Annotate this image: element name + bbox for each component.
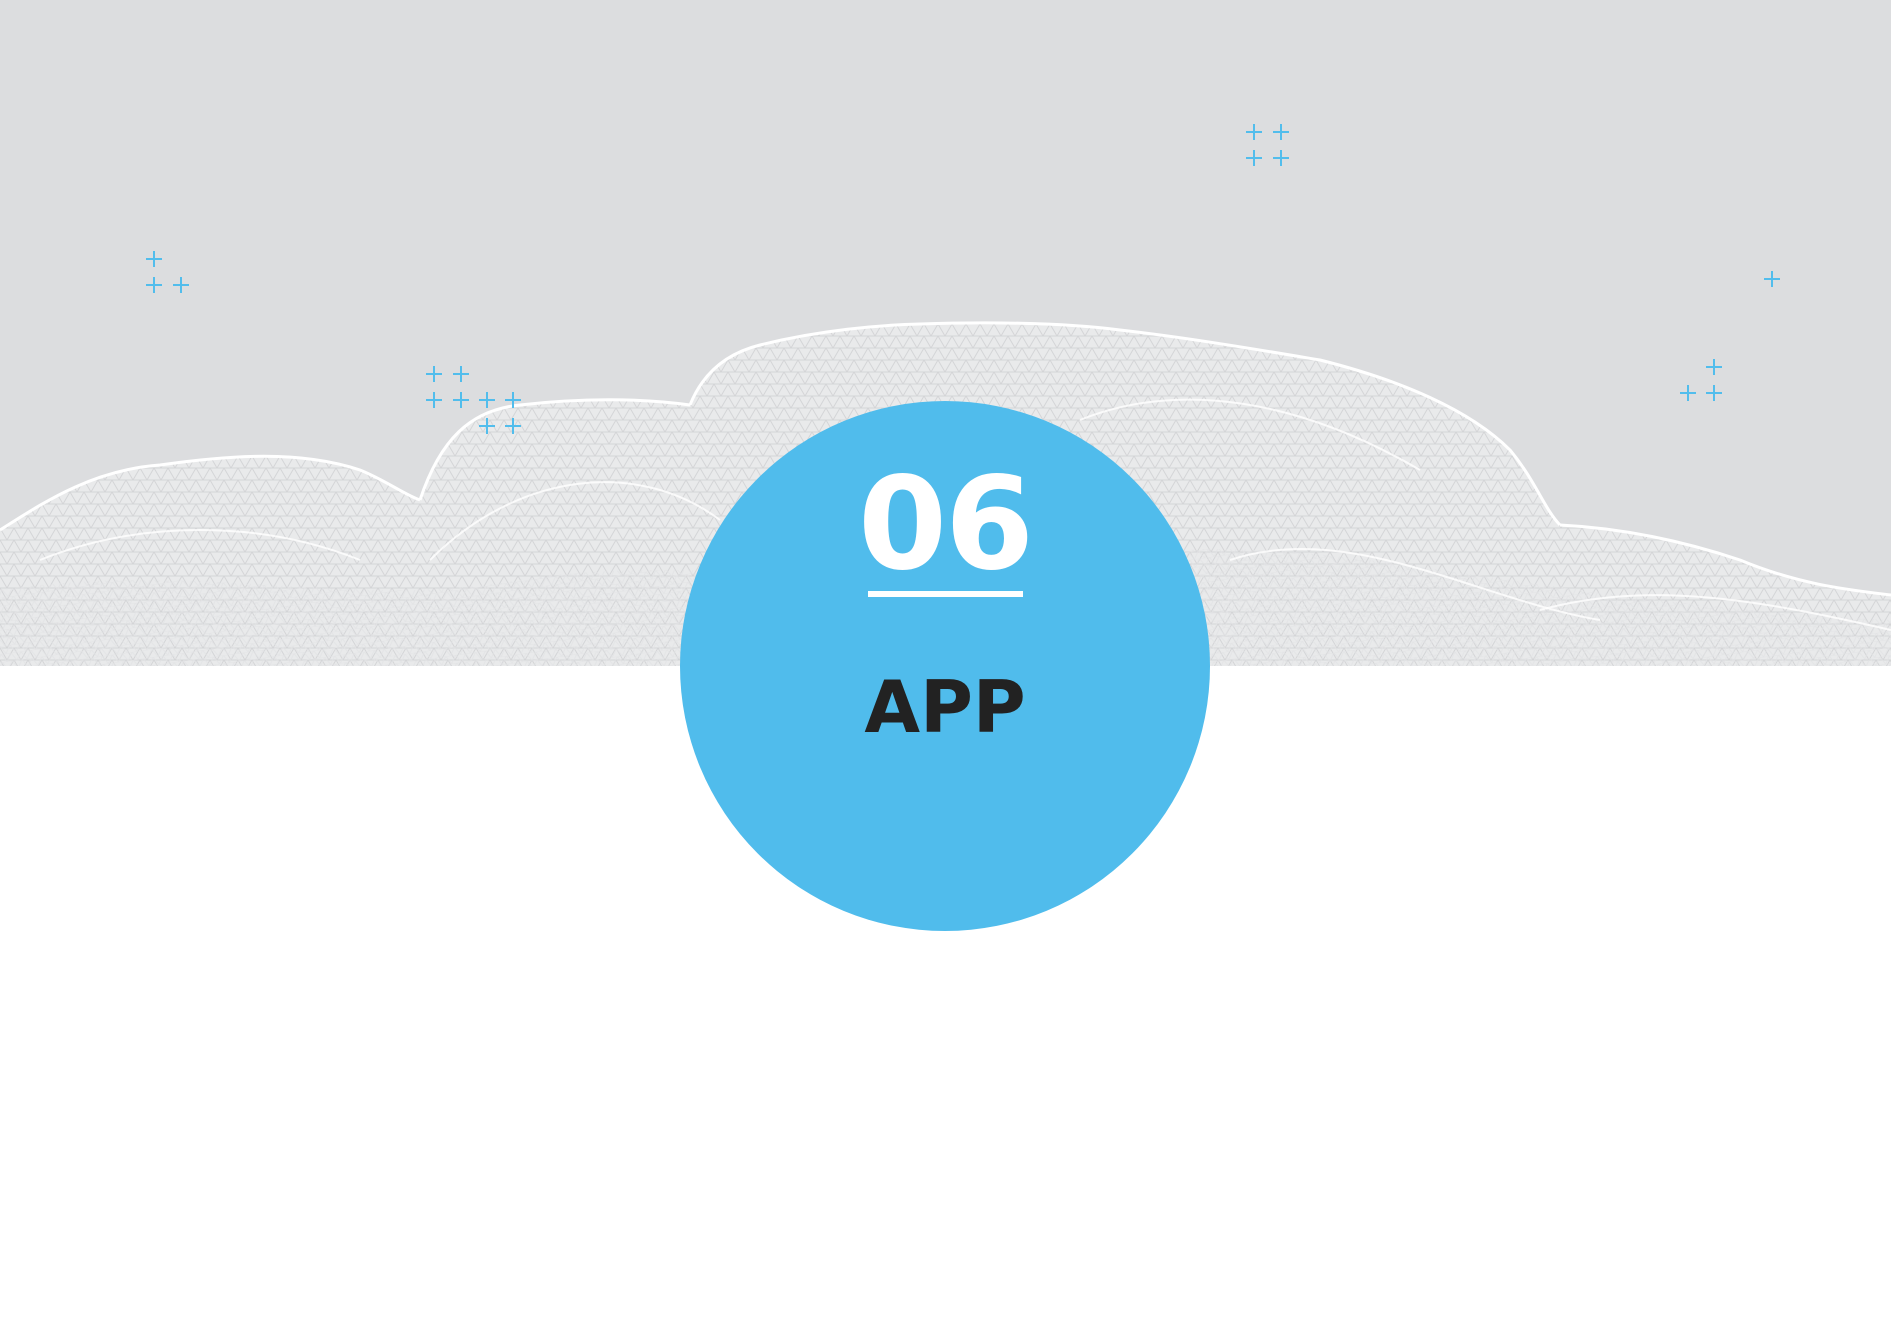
plus-icon <box>479 392 495 408</box>
plus-icon <box>1273 124 1289 140</box>
plus-icon <box>426 392 442 408</box>
plus-icon <box>453 366 469 382</box>
plus-icon <box>505 392 521 408</box>
plus-icon <box>1680 385 1696 401</box>
plus-icon <box>426 366 442 382</box>
plus-icon <box>173 277 189 293</box>
plus-icon <box>479 418 495 434</box>
plus-icon <box>1706 385 1722 401</box>
plus-icon <box>146 251 162 267</box>
plus-icon <box>1246 124 1262 140</box>
plus-icon <box>1246 150 1262 166</box>
plus-icon <box>146 277 162 293</box>
plus-icon <box>1273 150 1289 166</box>
plus-icon <box>453 392 469 408</box>
section-number: 06 <box>857 450 1034 599</box>
plus-icon <box>1764 271 1780 287</box>
plus-icon <box>1706 359 1722 375</box>
section-number-underline <box>868 591 1023 597</box>
section-badge: 06 APP <box>680 401 1210 931</box>
plus-icon <box>505 418 521 434</box>
section-title: APP <box>864 665 1026 749</box>
